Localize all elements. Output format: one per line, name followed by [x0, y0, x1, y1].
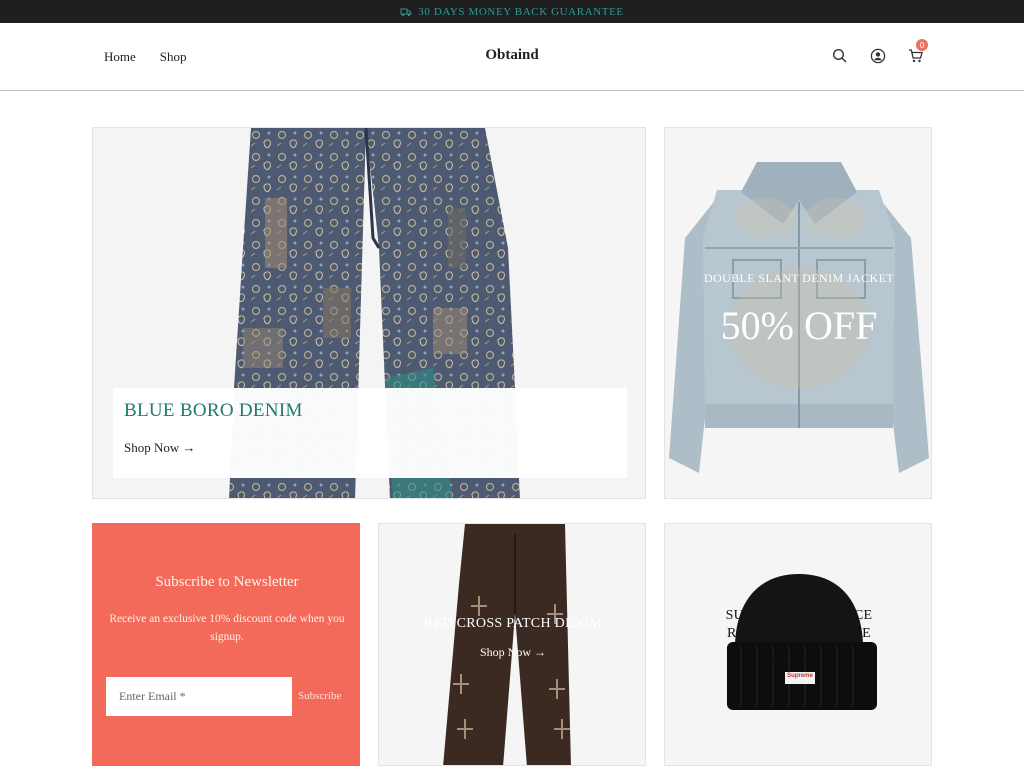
beanie-title-line1: SUPREME AW15 FACE: [725, 608, 873, 623]
beanie-shop-now-link[interactable]: Shop now →: [665, 654, 931, 669]
search-icon[interactable]: [832, 48, 848, 64]
header-icons: 0: [832, 39, 928, 64]
black-beanie-image: [665, 524, 931, 765]
announcement-bar: 30 DAYS MONEY BACK GUARANTEE: [0, 0, 1024, 23]
hero-banner-blue-boro-denim[interactable]: BLUE BORO DENIM Shop Now →: [92, 127, 646, 499]
newsletter-title: Subscribe to Newsletter: [155, 574, 299, 590]
subscribe-button[interactable]: Subscribe: [298, 690, 341, 702]
jacket-subtitle: DOUBLE SLANT DENIM JACKET: [703, 271, 895, 285]
supreme-logo-label: Supreme: [787, 673, 813, 679]
email-input[interactable]: [106, 677, 292, 716]
cart-count-badge: 0: [916, 39, 928, 51]
nav-shop-link[interactable]: Shop: [160, 49, 187, 65]
promo-double-slant-denim-jacket[interactable]: DOUBLE SLANT DENIM JACKET 50% OFF: [664, 127, 932, 499]
announcement-text: 30 DAYS MONEY BACK GUARANTEE: [418, 5, 624, 18]
promo-supreme-beanie[interactable]: SUPREME AW15 FACE REFLECTIVE BEANIE Shop…: [664, 523, 932, 766]
pants-shop-now-link[interactable]: Shop Now →: [379, 645, 645, 660]
nav-home-link[interactable]: Home: [104, 49, 136, 65]
truck-icon: [400, 6, 412, 18]
hero-text-box: BLUE BORO DENIM Shop Now →: [113, 388, 627, 478]
beanie-title-line2: REFLECTIVE BEANIE: [727, 626, 871, 641]
cart-icon[interactable]: 0: [908, 39, 928, 64]
jacket-offer: 50% OFF: [720, 303, 878, 348]
pants-title: RED CROSS PATCH DENIM: [423, 616, 603, 631]
hero-title: BLUE BORO DENIM: [124, 400, 303, 421]
newsletter-description: Receive an exclusive 10% discount code w…: [109, 613, 345, 643]
promo-red-cross-patch-denim[interactable]: RED CROSS PATCH DENIM Shop Now →: [378, 523, 646, 766]
hero-shop-now-link[interactable]: Shop Now →: [124, 440, 196, 456]
site-header: Home Shop Obtaind 0: [0, 23, 1024, 91]
site-logo[interactable]: Obtaind: [485, 47, 538, 63]
newsletter-signup: Subscribe to Newsletter Receive an exclu…: [92, 523, 360, 766]
main-nav: Home Shop: [104, 49, 187, 65]
account-icon[interactable]: [870, 48, 886, 64]
